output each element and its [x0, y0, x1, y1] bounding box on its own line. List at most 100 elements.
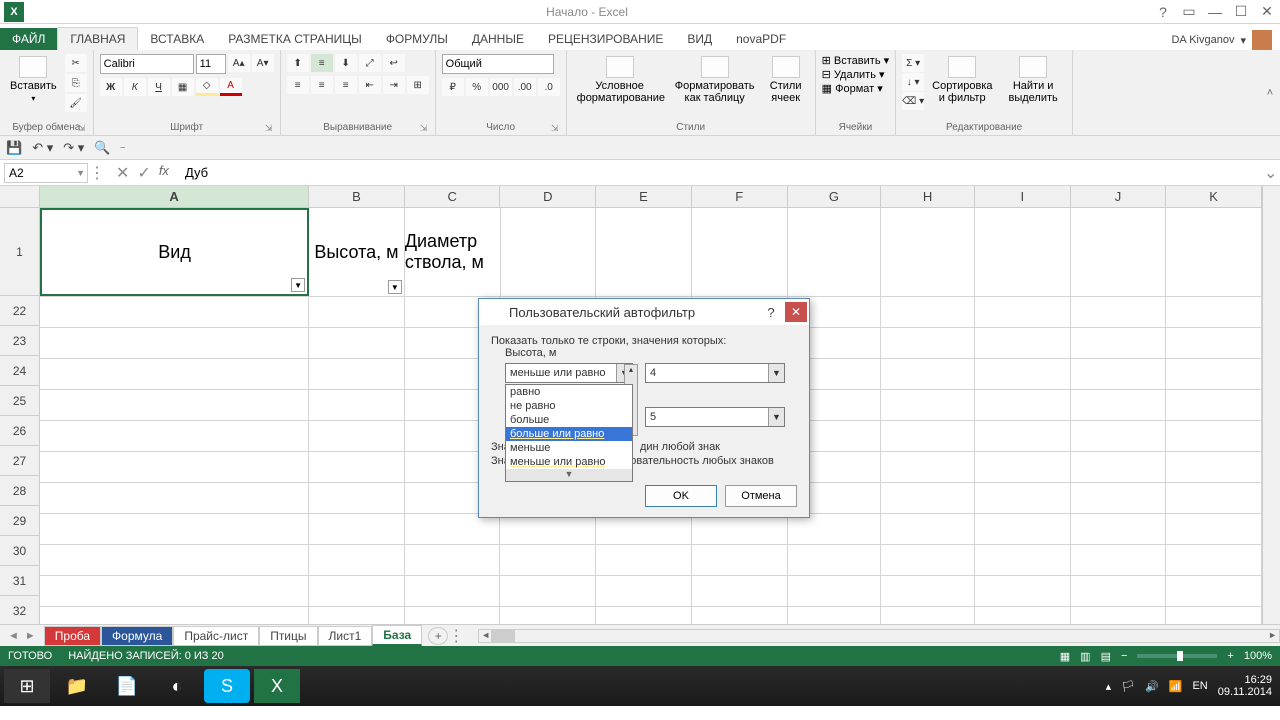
- column-header[interactable]: C: [405, 186, 501, 207]
- sheet-nav-prev[interactable]: ◄: [8, 630, 19, 642]
- cell[interactable]: [309, 452, 405, 482]
- expand-formula-button[interactable]: ⌄: [1264, 163, 1280, 183]
- grow-font-button[interactable]: A▴: [228, 54, 250, 72]
- wrap-text-button[interactable]: ↩: [383, 54, 405, 72]
- cell[interactable]: Вид▼: [40, 208, 309, 296]
- dialog-titlebar[interactable]: Пользовательский автофильтр ? ✕: [479, 299, 809, 325]
- tray-clock[interactable]: 16:2909.11.2014: [1218, 674, 1272, 698]
- align-right-button[interactable]: ≡: [335, 76, 357, 94]
- task-skype[interactable]: S: [204, 669, 250, 703]
- row-header[interactable]: 24: [0, 356, 39, 386]
- sheet-tab-birds[interactable]: Птицы: [259, 626, 317, 646]
- column-header[interactable]: J: [1071, 186, 1167, 207]
- cell[interactable]: [40, 545, 309, 575]
- cell[interactable]: [596, 208, 692, 296]
- cell[interactable]: [40, 328, 309, 358]
- tab-formulas[interactable]: ФОРМУЛЫ: [374, 28, 460, 50]
- cell[interactable]: [1166, 390, 1262, 420]
- indent-increase-button[interactable]: ⇥: [383, 76, 405, 94]
- fill-button[interactable]: ↓ ▾: [902, 73, 924, 91]
- cell[interactable]: [975, 483, 1071, 513]
- cell[interactable]: [881, 483, 975, 513]
- cell[interactable]: [1166, 208, 1262, 296]
- increase-decimal-button[interactable]: .00: [514, 78, 536, 96]
- cell[interactable]: [40, 483, 309, 513]
- row-header[interactable]: 28: [0, 476, 39, 506]
- tray-icon[interactable]: 📶: [1169, 680, 1183, 693]
- cell[interactable]: [309, 359, 405, 389]
- chevron-down-icon[interactable]: ▼: [768, 364, 784, 382]
- cell[interactable]: [309, 390, 405, 420]
- column-header[interactable]: B: [309, 186, 405, 207]
- qat-customize-button[interactable]: ⎯: [120, 142, 125, 153]
- dialog-close-button[interactable]: ✕: [785, 302, 807, 322]
- cell[interactable]: [1071, 576, 1167, 606]
- dropdown-scroll-down[interactable]: ▼: [506, 469, 632, 481]
- sheet-tab-base[interactable]: База: [372, 625, 422, 646]
- cell[interactable]: [1166, 297, 1262, 327]
- name-box[interactable]: A2▼: [4, 163, 88, 183]
- vertical-scrollbar[interactable]: [1262, 186, 1280, 624]
- size-select[interactable]: [196, 54, 226, 74]
- cell[interactable]: [40, 452, 309, 482]
- scroll-up-icon[interactable]: ▴: [625, 365, 637, 374]
- tab-layout[interactable]: РАЗМЕТКА СТРАНИЦЫ: [216, 28, 374, 50]
- tab-data[interactable]: ДАННЫЕ: [460, 28, 536, 50]
- cell[interactable]: [1166, 359, 1262, 389]
- cell[interactable]: [1071, 359, 1167, 389]
- tab-review[interactable]: РЕЦЕНЗИРОВАНИЕ: [536, 28, 675, 50]
- cell[interactable]: [1071, 545, 1167, 575]
- cell[interactable]: [692, 576, 788, 606]
- cell[interactable]: [1166, 483, 1262, 513]
- cell[interactable]: [1071, 297, 1167, 327]
- sheet-tab-price[interactable]: Прайс-лист: [173, 626, 259, 646]
- dropdown-option[interactable]: больше или равно: [506, 427, 632, 441]
- cell[interactable]: [975, 297, 1071, 327]
- maximize-icon[interactable]: ☐: [1228, 1, 1254, 23]
- start-button[interactable]: ⊞: [4, 669, 50, 703]
- help-icon[interactable]: ?: [1150, 1, 1176, 23]
- chevron-down-icon[interactable]: ▼: [768, 408, 784, 426]
- zoom-in-button[interactable]: +: [1227, 650, 1233, 662]
- italic-button[interactable]: К: [124, 78, 146, 96]
- cell[interactable]: [40, 297, 309, 327]
- format-painter-button[interactable]: 🖌: [65, 94, 87, 112]
- tray-icon[interactable]: ▴: [1106, 680, 1112, 693]
- sheet-tab-proba[interactable]: Проба: [44, 626, 101, 646]
- tab-file[interactable]: ФАЙЛ: [0, 28, 57, 50]
- cell[interactable]: [1071, 421, 1167, 451]
- redo-button[interactable]: ↷ ▾: [63, 140, 84, 156]
- cell[interactable]: [975, 359, 1071, 389]
- sheet-tab-list1[interactable]: Лист1: [318, 626, 373, 646]
- row-header[interactable]: 27: [0, 446, 39, 476]
- cell[interactable]: [975, 576, 1071, 606]
- task-excel[interactable]: X: [254, 669, 300, 703]
- column-header[interactable]: D: [500, 186, 596, 207]
- column-header[interactable]: F: [692, 186, 788, 207]
- shrink-font-button[interactable]: A▾: [252, 54, 274, 72]
- cell[interactable]: [309, 483, 405, 513]
- add-sheet-button[interactable]: +: [428, 627, 448, 645]
- launcher-icon[interactable]: ⇲: [77, 123, 87, 133]
- cell[interactable]: [1166, 545, 1262, 575]
- tray-icon[interactable]: 🔊: [1145, 680, 1159, 693]
- view-page-break-button[interactable]: ▤: [1101, 650, 1111, 663]
- cell[interactable]: [309, 545, 405, 575]
- border-button[interactable]: ▦: [172, 78, 194, 96]
- cancel-button[interactable]: Отмена: [725, 485, 797, 507]
- cell[interactable]: [596, 576, 692, 606]
- undo-button[interactable]: ↶ ▾: [32, 140, 53, 156]
- row-header[interactable]: 29: [0, 506, 39, 536]
- font-select[interactable]: [100, 54, 194, 74]
- cell[interactable]: [309, 576, 405, 606]
- align-center-button[interactable]: ≡: [311, 76, 333, 94]
- cell[interactable]: [692, 208, 788, 296]
- cell[interactable]: Высота, м▼: [309, 208, 405, 296]
- cell[interactable]: [692, 545, 788, 575]
- cell[interactable]: [309, 421, 405, 451]
- align-top-button[interactable]: ⬆: [287, 54, 309, 72]
- cell[interactable]: [881, 328, 975, 358]
- row-header[interactable]: 23: [0, 326, 39, 356]
- tab-insert[interactable]: ВСТАВКА: [138, 28, 216, 50]
- row-header[interactable]: 30: [0, 536, 39, 566]
